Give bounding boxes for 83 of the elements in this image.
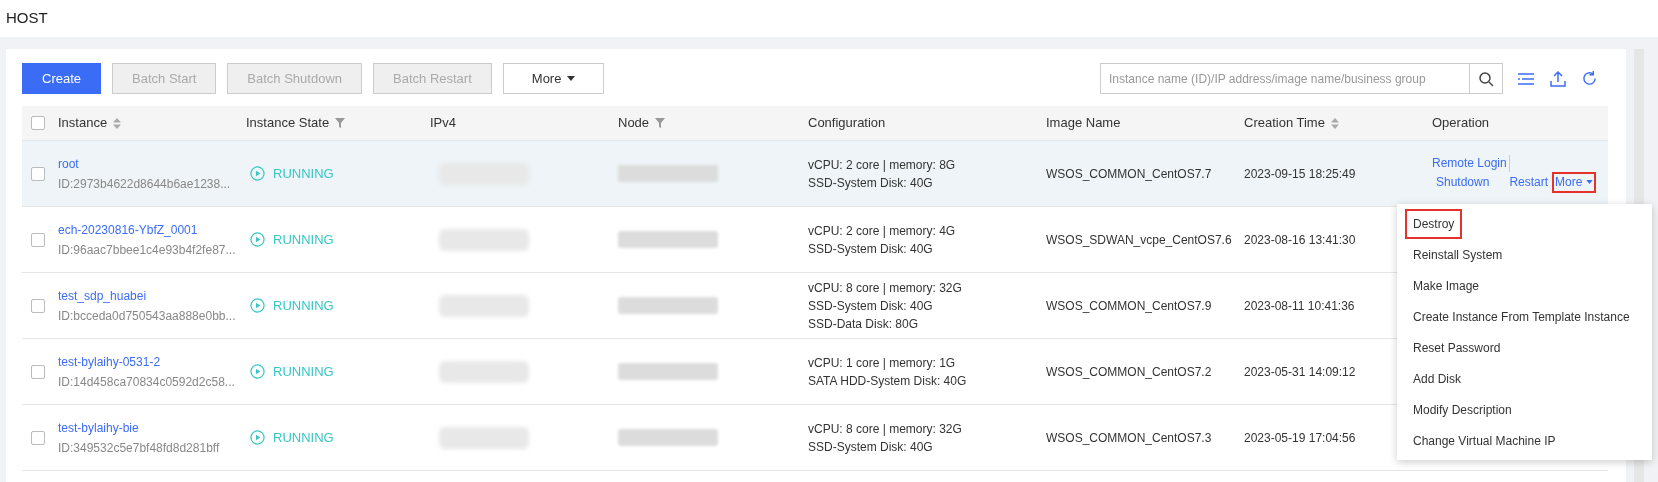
sort-icon[interactable] [1330,117,1339,129]
page-title: HOST [6,8,48,29]
table-cell: 2023-08-11 10:41:36 [1244,298,1355,313]
checkbox[interactable] [31,232,45,247]
caret-icon [567,76,576,81]
table-cell: 2023-09-15 18:25:49 [1244,166,1356,181]
search-icon [1478,70,1494,87]
search-button[interactable] [1470,63,1503,94]
table-cell-text: WSOS_COMMON_CentOS7.2 [1046,363,1213,381]
status-text: RUNNING [273,362,334,381]
instance-link[interactable]: test-bylaihy-0531-2 [58,352,246,371]
config-line: vCPU: 8 core | memory: 32G [808,420,963,438]
instance-link[interactable]: test_sdp_huabei [58,286,246,305]
running-icon [250,166,265,181]
selected-row[interactable]: root ID:2973b4622d8644b6ae1238... RUNNING vCPU: 2 core | memory: 8G SSD-System Disk: 40G WSOS_COMMON_CentOS7.7 2023-09-15 18:25:49 Remote Login Shutdown Restart More [22,141,1608,207]
column-settings-icon[interactable] [1517,70,1535,87]
status-text: RUNNING [273,428,334,447]
create-button[interactable]: Create [22,63,102,94]
search-field[interactable]: Instance name (ID)/IP address/image name/business group [1100,63,1470,94]
menu-item[interactable]: Destroy [1405,208,1463,239]
instance-id: ID:bcceda0d750543aa888e0bb... [58,307,237,325]
table-cell: 2023-05-31 14:09:12 [1244,364,1356,379]
config-line: vCPU: 8 core | memory: 32G [808,279,963,297]
menu-item[interactable]: Create Instance From Template Instance [1405,301,1638,332]
config-line: vCPU: 1 core | memory: 1G [808,354,957,372]
config-line: SSD-System Disk: 40G [808,240,934,258]
column-header: IPv4 [430,114,456,133]
menu-item[interactable]: Reset Password [1405,332,1509,363]
menu-item[interactable]: Modify Description [1405,394,1520,425]
checkbox[interactable] [31,116,45,130]
status-text: RUNNING [273,230,334,249]
operation-link[interactable]: Shutdown [1436,173,1490,191]
menu-item[interactable]: Change Virtual Machine IP [1405,425,1564,456]
column-header[interactable]: Creation Time [1244,113,1339,133]
instance-id: ID:349532c5e7bf48fd8d281bff [58,439,221,457]
status-text: RUNNING [273,296,334,315]
dropdown-button[interactable]: More [502,63,605,94]
filter-icon[interactable] [335,118,346,128]
checkbox[interactable] [31,298,45,313]
table-cell-text: WSOS_COMMON_CentOS7.7 [1046,165,1213,183]
config-line: vCPU: 2 core | memory: 4G [808,222,957,240]
refresh-icon[interactable] [1581,70,1598,87]
instance-id: ID:2973b4622d8644b6ae1238... [58,175,232,193]
config-line: SSD-System Disk: 40G [808,297,934,315]
sort-icon[interactable] [113,117,122,129]
instance-link[interactable]: root [58,154,246,173]
upload-icon[interactable] [1549,69,1567,88]
table-cell: 2023-05-19 17:04:56 [1244,430,1356,445]
more-link[interactable]: More [1552,171,1597,193]
table-cell-text: WSOS_SDWAN_vcpe_CentOS7.6 [1046,231,1233,249]
operation-link[interactable]: Restart [1509,173,1549,191]
operation-link[interactable]: Remote Login [1432,154,1510,172]
caret-icon [1586,180,1594,184]
column-header[interactable]: Instance [58,113,122,133]
filter-icon[interactable] [655,118,666,128]
instance-id: ID:14d458ca70834c0592d2c58... [58,373,236,391]
menu-item[interactable]: Make Image [1405,270,1488,301]
column-header: Operation [1432,114,1490,133]
checkbox[interactable] [31,430,45,445]
checkbox[interactable] [31,364,45,379]
config-line: SATA HDD-System Disk: 40G [808,372,968,390]
column-header: Image Name [1046,114,1121,133]
instance-link[interactable]: test-bylaihy-bie [58,418,246,437]
running-icon [250,232,265,247]
config-line: vCPU: 2 core | memory: 8G [808,156,957,174]
table-cell-text: WSOS_COMMON_CentOS7.9 [1046,297,1213,315]
menu-item[interactable]: Reinstall System [1405,239,1511,270]
instance-id: ID:96aac7bbee1c4e93b4f2fe87... [58,241,237,259]
running-icon [250,430,265,445]
running-icon [250,364,265,379]
table-cell-text: WSOS_COMMON_CentOS7.3 [1046,429,1213,447]
running-icon [250,298,265,313]
table-cell: 2023-08-16 13:41:30 [1244,232,1356,247]
column-header: Configuration [808,114,886,133]
checkbox[interactable] [31,166,45,181]
status-text: RUNNING [273,164,334,183]
instance-link[interactable]: ech-20230816-YbfZ_0001 [58,220,246,239]
config-line: SSD-Data Disk: 80G [808,315,920,333]
column-header[interactable]: Node [618,113,666,133]
column-header[interactable]: Instance State [246,113,346,133]
menu-item[interactable]: Add Disk [1405,363,1470,394]
config-line: SSD-System Disk: 40G [808,438,934,456]
config-line: SSD-System Disk: 40G [808,174,934,192]
